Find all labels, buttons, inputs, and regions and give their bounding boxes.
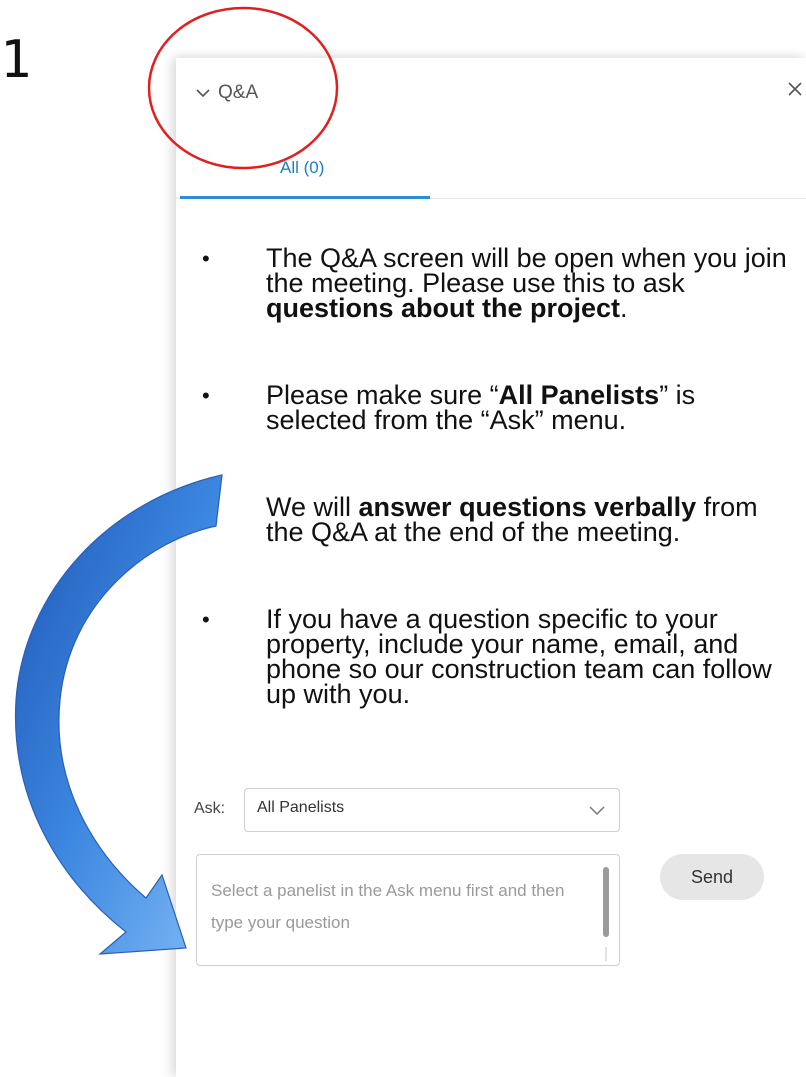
send-button[interactable]: Send	[660, 854, 764, 900]
close-icon[interactable]	[784, 78, 806, 100]
bullet-dot: •	[202, 383, 210, 408]
question-box	[196, 854, 620, 966]
qa-collapse-toggle[interactable]: Q&A	[194, 80, 258, 106]
bullet-dot: •	[202, 495, 210, 520]
instruction-item: • If you have a question specific to you…	[202, 604, 772, 709]
tab-all[interactable]: All (0)	[180, 154, 430, 199]
ask-select-value: All Panelists	[257, 799, 345, 816]
panel-header: Q&A	[176, 58, 806, 128]
instruction-item: • The Q&A screen will be open when you j…	[202, 243, 787, 323]
ask-row: Ask: All Panelists	[176, 786, 806, 836]
chevron-down-icon	[196, 89, 210, 98]
bullet-dot: •	[202, 607, 210, 632]
tab-bar: All (0)	[176, 154, 806, 199]
bullet-dot: •	[202, 246, 210, 271]
ask-label: Ask:	[194, 800, 226, 817]
question-input[interactable]	[197, 855, 597, 965]
chevron-down-icon	[589, 806, 605, 816]
corner-text-fragment: 1	[0, 30, 28, 90]
instruction-item: • We will answer questions verbally from…	[202, 492, 758, 547]
scrollbar-thumb[interactable]	[603, 867, 609, 937]
screenshot: 1 Q&A All (0) • The Q&A screen will be o…	[0, 0, 806, 1077]
qa-panel: Q&A All (0) • The Q&A screen will be ope…	[176, 58, 806, 1077]
instruction-list: • The Q&A screen will be open when you j…	[196, 243, 796, 769]
scrollbar-track	[605, 947, 607, 961]
tab-all-label: All (0)	[280, 158, 325, 177]
ask-select[interactable]: All Panelists	[244, 788, 620, 832]
active-tab-indicator	[180, 196, 430, 199]
instruction-item: • Please make sure “All Panelists” is se…	[202, 380, 696, 435]
panel-title: Q&A	[218, 82, 259, 103]
